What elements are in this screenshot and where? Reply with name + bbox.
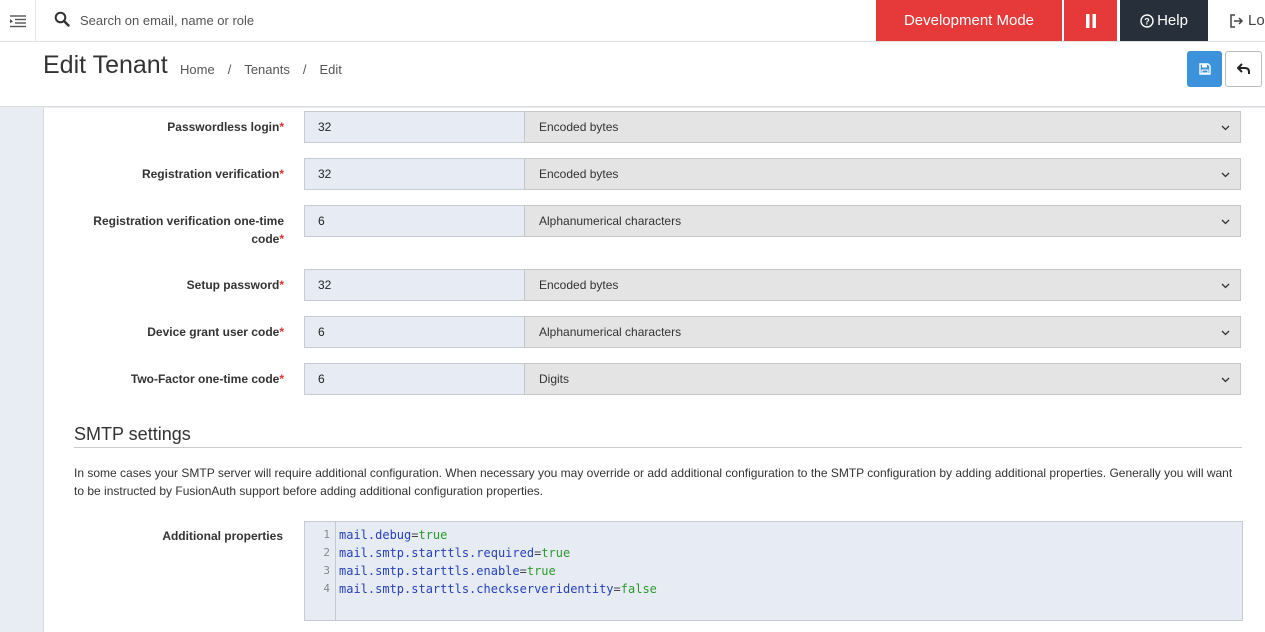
registration-verification-label: Registration verification* xyxy=(142,165,284,183)
required-marker: * xyxy=(279,372,284,386)
menu-toggle-icon[interactable] xyxy=(0,0,36,42)
label-text: Registration verification one-time code xyxy=(93,214,284,246)
logout-button[interactable]: Lo xyxy=(1208,0,1265,41)
chevron-down-icon xyxy=(1221,283,1230,289)
required-marker: * xyxy=(279,167,284,181)
property-value: true xyxy=(418,528,448,542)
line-number: 2 xyxy=(323,546,330,559)
property-value: true xyxy=(526,564,556,578)
pause-icon xyxy=(1085,13,1096,28)
breadcrumb-separator: / xyxy=(227,62,232,77)
breadcrumb-home[interactable]: Home xyxy=(180,62,215,77)
device-grant-user-code-label: Device grant user code* xyxy=(147,323,284,341)
page-header: Edit Tenant Home / Tenants / Edit xyxy=(0,42,1265,107)
line-number: 3 xyxy=(323,564,330,577)
equals-sign: = xyxy=(519,564,527,578)
chevron-down-icon xyxy=(1221,377,1230,383)
help-button[interactable]: ? Help xyxy=(1120,0,1208,41)
passwordless-login-type-select[interactable]: Encoded bytes xyxy=(524,111,1241,143)
two-factor-otc-type-select[interactable]: Digits xyxy=(524,363,1241,395)
logout-label: Lo xyxy=(1248,12,1265,29)
property-key: mail.smtp.starttls.checkserveridentity xyxy=(339,582,614,596)
label-text: Registration verification xyxy=(141,167,280,181)
code-line: mail.smtp.starttls.required=true xyxy=(339,544,657,562)
undo-arrow-icon xyxy=(1236,63,1250,74)
tenant-form-panel: Passwordless login* Encoded bytes Regist… xyxy=(43,108,1265,632)
required-marker: * xyxy=(279,232,284,246)
svg-text:?: ? xyxy=(1144,16,1150,26)
chevron-down-icon xyxy=(1221,125,1230,131)
registration-verification-otc-label: Registration verification one-time code* xyxy=(74,212,284,248)
select-value: Encoded bytes xyxy=(539,278,619,292)
question-circle-icon: ? xyxy=(1140,13,1154,28)
additional-properties-label: Additional properties xyxy=(162,529,283,543)
property-key: mail.smtp.starttls.required xyxy=(339,546,535,560)
additional-properties-editor[interactable]: 1 2 3 4 mail.debug=true mail.smtp.startt… xyxy=(304,521,1243,621)
registration-verification-type-select[interactable]: Encoded bytes xyxy=(524,158,1241,190)
breadcrumb-edit: Edit xyxy=(319,62,342,77)
device-grant-user-code-length-input[interactable] xyxy=(304,316,525,348)
top-bar: Development Mode ? Help Lo xyxy=(0,0,1265,42)
setup-password-type-select[interactable]: Encoded bytes xyxy=(524,269,1241,301)
code-line: mail.debug=true xyxy=(339,526,657,544)
passwordless-login-length-input[interactable] xyxy=(304,111,525,143)
select-value: Alphanumerical characters xyxy=(539,214,682,228)
device-grant-user-code-type-select[interactable]: Alphanumerical characters xyxy=(524,316,1241,348)
line-number-gutter: 1 2 3 4 xyxy=(305,522,336,620)
select-value: Digits xyxy=(539,372,570,386)
select-value: Alphanumerical characters xyxy=(539,325,682,339)
code-line: mail.smtp.starttls.checkserveridentity=f… xyxy=(339,580,657,598)
breadcrumb-separator: / xyxy=(302,62,307,77)
line-number: 4 xyxy=(323,582,330,595)
search-icon xyxy=(54,11,70,27)
label-text: Two-Factor one-time code xyxy=(130,372,280,386)
property-key: mail.smtp.starttls.enable xyxy=(339,564,520,578)
property-value: false xyxy=(620,582,657,596)
two-factor-otc-length-input[interactable] xyxy=(304,363,525,395)
label-text: Device grant user code xyxy=(147,325,280,339)
registration-verification-otc-type-select[interactable]: Alphanumerical characters xyxy=(524,205,1241,237)
property-key: mail.debug xyxy=(339,528,412,542)
page-title: Edit Tenant xyxy=(43,51,168,79)
help-label: Help xyxy=(1157,12,1188,29)
pause-button[interactable] xyxy=(1064,0,1117,41)
select-value: Encoded bytes xyxy=(539,120,619,134)
setup-password-label: Setup password* xyxy=(187,276,284,294)
select-value: Encoded bytes xyxy=(539,167,619,181)
save-button[interactable] xyxy=(1187,51,1222,87)
registration-verification-otc-length-input[interactable] xyxy=(304,205,525,237)
required-marker: * xyxy=(279,278,284,292)
smtp-section-description: In some cases your SMTP server will requ… xyxy=(74,466,1233,498)
label-text: Setup password xyxy=(186,278,280,292)
line-number: 1 xyxy=(323,528,330,541)
setup-password-length-input[interactable] xyxy=(304,269,525,301)
back-button[interactable] xyxy=(1225,51,1262,87)
code-line: mail.smtp.starttls.enable=true xyxy=(339,562,657,580)
label-text: Passwordless login xyxy=(167,120,280,134)
floppy-disk-icon xyxy=(1198,63,1211,75)
equals-sign: = xyxy=(613,582,621,596)
property-value: true xyxy=(541,546,571,560)
sign-out-icon xyxy=(1230,13,1244,28)
chevron-down-icon xyxy=(1221,330,1230,336)
code-content[interactable]: mail.debug=true mail.smtp.starttls.requi… xyxy=(336,522,657,620)
breadcrumb-tenants[interactable]: Tenants xyxy=(244,62,290,77)
section-divider xyxy=(74,447,1242,448)
chevron-down-icon xyxy=(1221,172,1230,178)
required-marker: * xyxy=(279,325,284,339)
required-marker: * xyxy=(279,120,284,134)
search-input[interactable] xyxy=(80,8,480,32)
chevron-down-icon xyxy=(1221,219,1230,225)
development-mode-banner[interactable]: Development Mode xyxy=(876,0,1062,41)
registration-verification-length-input[interactable] xyxy=(304,158,525,190)
passwordless-login-label: Passwordless login* xyxy=(167,118,284,136)
two-factor-otc-label: Two-Factor one-time code* xyxy=(131,370,284,388)
breadcrumb: Home / Tenants / Edit xyxy=(180,62,342,77)
smtp-section-title: SMTP settings xyxy=(74,424,191,444)
